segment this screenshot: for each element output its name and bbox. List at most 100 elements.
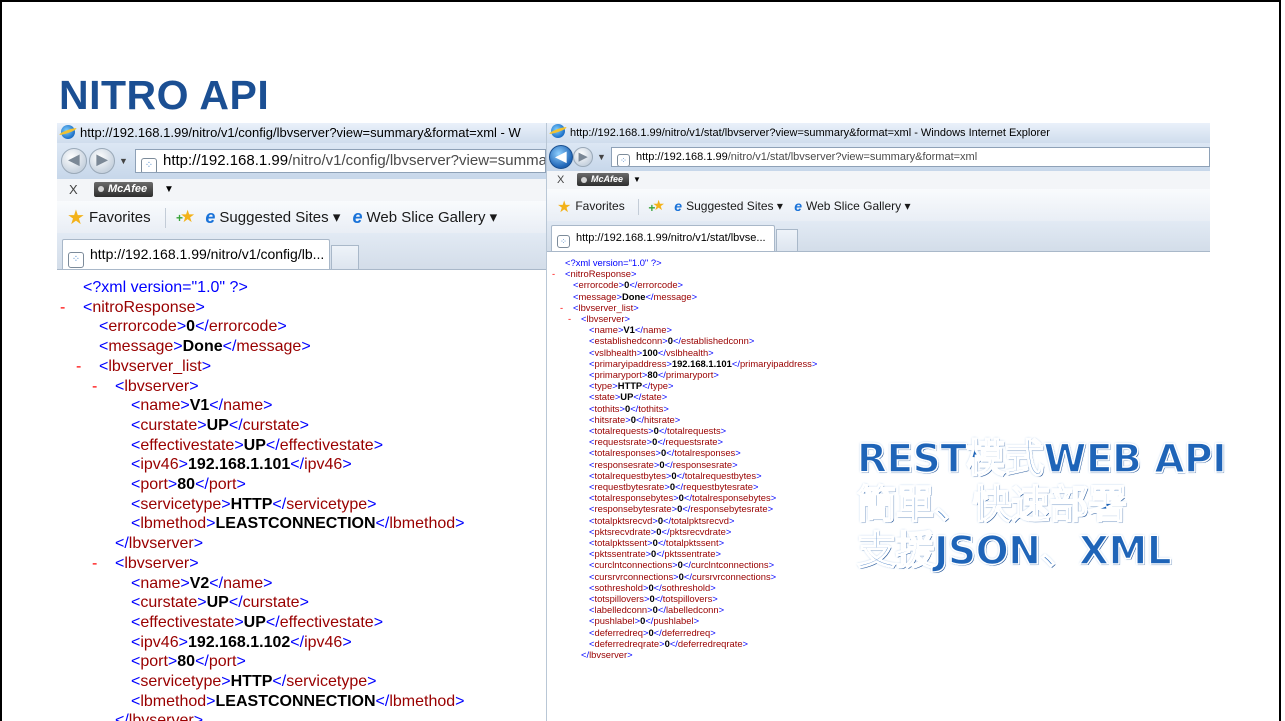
- favorites-label: Favorites: [88, 209, 151, 226]
- xml-field-primaryport: <primaryport>80</primaryport>: [589, 369, 719, 380]
- address-row: ◀ ▶ ▼ ⁘ http://192.168.1.99/nitro/v1/conf…: [57, 143, 546, 179]
- mcafee-button[interactable]: McAfee: [94, 182, 154, 197]
- tab-label: http://192.168.1.99/nitro/v1/stat/lbvse.…: [576, 232, 766, 244]
- ie-page-icon: e: [674, 198, 683, 214]
- web-slice-gallery-link[interactable]: e Web Slice Gallery ▾: [353, 207, 498, 227]
- callout-line-formats: 支援JSON、XML: [856, 528, 1172, 575]
- favorites-bar: ★Favorites ★ eSuggested Sites ▾ eWeb Sli…: [547, 189, 1210, 222]
- back-arrow-icon: ◀: [68, 151, 80, 167]
- xml-open-lbvserver: <lbvserver>: [115, 377, 199, 395]
- url-path: /nitro/v1/stat/lbvserver?view=summary&fo…: [727, 151, 978, 163]
- collapse-toggle[interactable]: -: [568, 313, 571, 324]
- collapse-toggle[interactable]: -: [76, 358, 81, 376]
- history-dropdown-icon[interactable]: ▼: [597, 152, 606, 162]
- new-tab-button[interactable]: [776, 229, 798, 251]
- xml-field-vslbhealth: <vslbhealth>100</vslbhealth>: [589, 346, 714, 358]
- favorites-label: Favorites: [575, 199, 625, 213]
- window-title: http://192.168.1.99/nitro/v1/stat/lbvser…: [570, 127, 1050, 139]
- web-slice-label: Web Slice Gallery ▾: [805, 199, 911, 213]
- xml-field-requestbytesrate: <requestbytesrate>0</requestbytesrate>: [589, 481, 759, 492]
- xml-field-sothreshold: <sothreshold>0</sothreshold>: [589, 581, 716, 593]
- star-icon: ★: [67, 207, 85, 229]
- page-icon: ⁘: [141, 158, 157, 172]
- xml-field-cursrvrconnections: <cursrvrconnections>0</cursrvrconnection…: [589, 570, 777, 582]
- collapse-toggle[interactable]: -: [552, 268, 555, 279]
- slide-title: NITRO API: [59, 72, 270, 118]
- xml-field-pktsrecvdrate: <pktsrecvdrate>0</pktsrecvdrate>: [589, 525, 732, 537]
- forward-button[interactable]: ▶: [89, 148, 115, 174]
- page-icon: ⁘: [617, 154, 630, 166]
- address-row: ◀ ▶ ▼ ⁘ http://192.168.1.99/nitro/v1/stat…: [547, 143, 1210, 171]
- xml-field-ipv46: <ipv46>192.168.1.102</ipv46>: [131, 633, 352, 651]
- divider: [638, 198, 640, 215]
- history-dropdown-icon[interactable]: ▼: [119, 156, 128, 166]
- add-favorite-icon[interactable]: ★: [180, 207, 195, 226]
- tab-active[interactable]: ⁘ http://192.168.1.99/nitro/v1/stat/lbvse…: [551, 225, 775, 251]
- add-favorite-icon[interactable]: ★: [652, 197, 665, 213]
- favorites-button[interactable]: ★ Favorites: [557, 199, 625, 216]
- suggested-sites-link[interactable]: e Suggested Sites ▾: [205, 207, 340, 227]
- xml-field-deferredreq: <deferredreq>0</deferredreq>: [589, 626, 716, 638]
- xml-field-curstate: <curstate>UP</curstate>: [131, 416, 309, 434]
- xml-field-lbmethod: <lbmethod>LEASTCONNECTION</lbmethod>: [131, 692, 465, 710]
- address-bar[interactable]: ⁘ http://192.168.1.99/nitro/v1/config/lbv…: [135, 149, 546, 173]
- address-bar[interactable]: ⁘ http://192.168.1.99/nitro/v1/stat/lbvse…: [611, 147, 1210, 167]
- ie-page-icon: e: [352, 207, 363, 227]
- tab-row: ⁘ http://192.168.1.99/nitro/v1/config/lb.…: [57, 233, 546, 270]
- mcafee-dropdown-icon[interactable]: ▼: [633, 171, 641, 189]
- collapse-toggle[interactable]: -: [560, 302, 563, 313]
- xml-open-root: <nitroResponse>: [565, 268, 637, 280]
- xml-close-lbvserver: </lbvserver>: [115, 712, 204, 721]
- tab-active[interactable]: ⁘ http://192.168.1.99/nitro/v1/config/lb.…: [62, 239, 330, 269]
- tab-label: http://192.168.1.99/nitro/v1/config/lb..…: [90, 246, 325, 262]
- url-host: http://192.168.1.99: [163, 152, 289, 169]
- back-button[interactable]: ◀: [549, 145, 573, 169]
- xml-field-effectivestate: <effectivestate>UP</effectivestate>: [131, 436, 384, 454]
- xml-open-list: <lbvserver_list>: [99, 357, 212, 375]
- window-title: http://192.168.1.99/nitro/v1/config/lbvs…: [80, 125, 521, 140]
- xml-field-totalpktssent: <totalpktssent>0</totalpktssent>: [589, 537, 725, 548]
- xml-open-list: <lbvserver_list>: [573, 301, 639, 313]
- callout-line-deploy: 簡單、快速部署: [856, 482, 1128, 529]
- mcafee-dropdown-icon[interactable]: ▼: [164, 179, 174, 201]
- xml-field-totalrequestbytes: <totalrequestbytes>0</totalrequestbytes>: [589, 469, 762, 481]
- new-tab-button[interactable]: [331, 245, 359, 269]
- internet-explorer-icon: [61, 125, 75, 139]
- suggested-sites-link[interactable]: e Suggested Sites ▾: [674, 198, 783, 214]
- xml-field-state: <state>UP</state>: [589, 391, 668, 403]
- title-bar: http://192.168.1.99/nitro/v1/stat/lbvser…: [547, 123, 1210, 143]
- xml-field-curclntconnections: <curclntconnections>0</curclntconnection…: [589, 559, 775, 571]
- forward-arrow-icon: ▶: [578, 151, 588, 163]
- xml-close-lbvserver: </lbvserver>: [115, 535, 204, 553]
- back-button[interactable]: ◀: [61, 148, 87, 174]
- xml-field-deferredreqrate: <deferredreqrate>0</deferredreqrate>: [589, 637, 749, 649]
- callout-line-rest: REST模式WEB API: [856, 436, 1227, 483]
- mcafee-button[interactable]: McAfee: [577, 173, 630, 186]
- xml-declaration: <?xml version="1.0" ?>: [565, 257, 662, 268]
- xml-field-totalresponsebytes: <totalresponsebytes>0</totalresponsebyte…: [589, 492, 777, 504]
- favorites-button[interactable]: ★ Favorites: [67, 207, 151, 229]
- feature-callout: REST模式WEB API 簡單、快速部署 支援JSON、XML: [856, 436, 1277, 575]
- close-toolbar-button[interactable]: X: [557, 171, 564, 189]
- addon-toolbar: X McAfee ▼: [547, 171, 1210, 190]
- forward-button[interactable]: ▶: [573, 147, 593, 167]
- collapse-toggle[interactable]: -: [92, 555, 97, 573]
- ie-page-icon: e: [205, 207, 216, 227]
- xml-field-pktssentrate: <pktssentrate>0</pktssentrate>: [589, 548, 721, 560]
- xml-field-ipv46: <ipv46>192.168.1.101</ipv46>: [131, 456, 352, 474]
- xml-field-totalrequests: <totalrequests>0</totalrequests>: [589, 425, 727, 436]
- xml-message: <message>Done</message>: [99, 338, 311, 356]
- browser-window-stat: http://192.168.1.99/nitro/v1/stat/lbvser…: [546, 123, 1210, 721]
- collapse-toggle[interactable]: -: [60, 299, 65, 317]
- close-toolbar-button[interactable]: X: [69, 179, 78, 201]
- xml-field-requestsrate: <requestsrate>0</requestsrate>: [589, 436, 724, 448]
- page-icon: ⁘: [68, 252, 84, 268]
- xml-close-lbvserver: </lbvserver>: [581, 649, 633, 660]
- xml-field-responsebytesrate: <responsebytesrate>0</responsebytesrate>: [589, 503, 774, 515]
- xml-field-effectivestate: <effectivestate>UP</effectivestate>: [131, 613, 384, 631]
- xml-declaration: <?xml version="1.0" ?>: [83, 279, 248, 296]
- url-path: /nitro/v1/config/lbvserver?view=summary&…: [288, 152, 546, 169]
- xml-field-port: <port>80</port>: [131, 476, 246, 493]
- web-slice-gallery-link[interactable]: e Web Slice Gallery ▾: [794, 198, 911, 214]
- collapse-toggle[interactable]: -: [92, 378, 97, 396]
